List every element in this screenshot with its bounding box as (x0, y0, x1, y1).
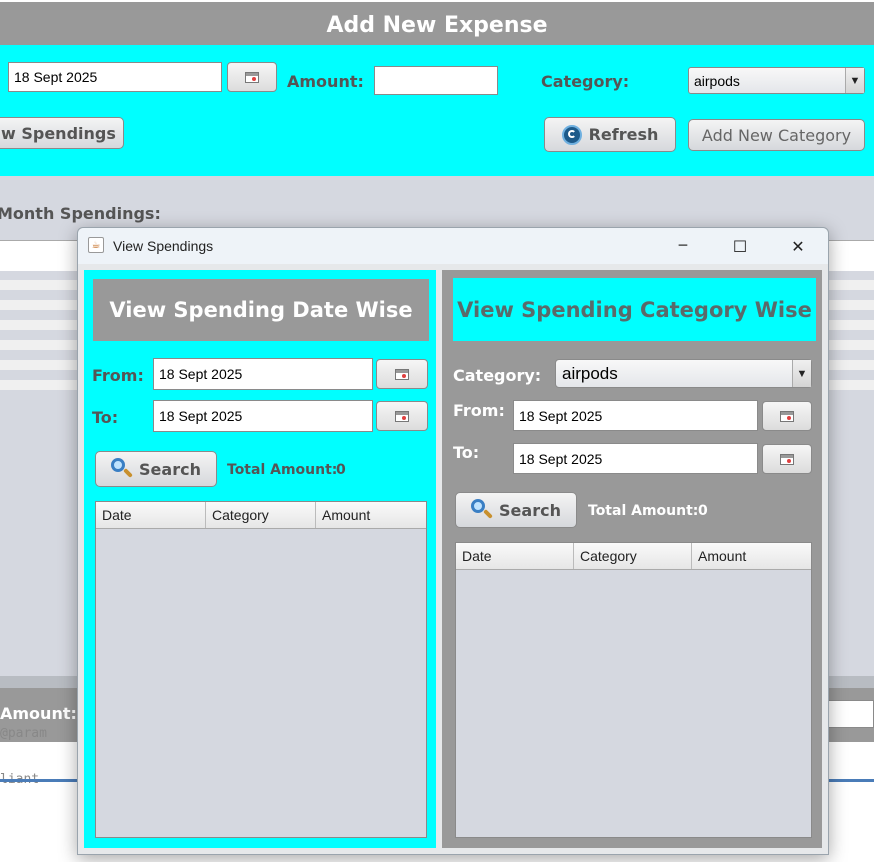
to-date-field[interactable]: 18 Sept 2025 (513, 443, 758, 474)
view-spendings-button-label: w Spendings (1, 123, 116, 143)
to-label: To: (453, 443, 480, 462)
total-amount-label: Amount: (0, 704, 77, 723)
column-header-date[interactable]: Date (456, 543, 574, 569)
column-header-category[interactable]: Category (206, 502, 316, 528)
view-spendings-dialog: ☕ View Spendings ─ ☐ ✕ View Spending Dat… (77, 227, 829, 855)
date-wise-search-button[interactable]: Search (95, 451, 217, 487)
close-button[interactable]: ✕ (783, 232, 813, 260)
column-header-date[interactable]: Date (96, 502, 206, 528)
from-date-picker-button[interactable] (376, 359, 428, 389)
column-header-amount[interactable]: Amount (692, 543, 810, 569)
from-date-picker-button[interactable] (762, 401, 812, 431)
column-header-amount[interactable]: Amount (316, 502, 426, 528)
calendar-icon (780, 410, 794, 422)
search-button-label: Search (499, 500, 561, 520)
calendar-icon (780, 453, 794, 465)
search-button-label: Search (139, 459, 201, 479)
calendar-icon (395, 410, 409, 422)
category-select[interactable]: airpods ▼ (688, 67, 865, 94)
category-wise-panel: View Spending Category Wise Category: ai… (442, 270, 822, 848)
table-header: Date Category Amount (456, 543, 811, 570)
month-spendings-label: Month Spendings: (0, 204, 161, 223)
refresh-button[interactable]: Refresh (544, 117, 676, 152)
refresh-icon (561, 124, 582, 145)
from-date-field[interactable]: 18 Sept 2025 (513, 400, 758, 431)
to-date-picker-button[interactable] (762, 444, 812, 474)
category-select-value: airpods (694, 72, 740, 89)
search-icon (111, 458, 133, 480)
calendar-icon (395, 368, 409, 380)
minimize-button[interactable]: ─ (668, 232, 698, 260)
category-select[interactable]: airpods ▼ (555, 359, 812, 388)
maximize-button[interactable]: ☐ (725, 232, 755, 260)
to-label: To: (92, 408, 119, 427)
category-label: Category: (541, 72, 630, 91)
date-wise-header: View Spending Date Wise (93, 279, 429, 341)
java-icon: ☕ (88, 237, 104, 253)
from-date-field[interactable]: 18 Sept 2025 (153, 358, 373, 390)
expense-date-field[interactable]: 18 Sept 2025 (8, 62, 222, 92)
from-label: From: (92, 366, 144, 385)
amount-label: Amount: (287, 72, 364, 91)
main-title: Add New Expense (0, 0, 874, 45)
add-new-category-button[interactable]: Add New Category (688, 119, 865, 151)
total-amount-value: 0 (698, 503, 708, 519)
dropdown-arrow-icon: ▼ (792, 360, 811, 387)
category-wise-search-button[interactable]: Search (455, 492, 577, 528)
expense-date-picker-button[interactable] (227, 62, 277, 92)
code-snippet: @param (0, 726, 47, 741)
column-header-category[interactable]: Category (574, 543, 692, 569)
date-wise-table: Date Category Amount (95, 501, 427, 838)
refresh-button-label: Refresh (588, 125, 659, 144)
total-amount-value: 0 (336, 462, 346, 478)
from-label: From: (453, 401, 505, 420)
calendar-icon (245, 71, 259, 83)
amount-input[interactable] (374, 66, 498, 95)
category-wise-header: View Spending Category Wise (453, 278, 816, 341)
category-wise-table: Date Category Amount (455, 542, 812, 838)
category-label: Category: (453, 366, 542, 385)
search-icon (471, 499, 493, 521)
dropdown-arrow-icon: ▼ (845, 68, 864, 93)
dialog-title: View Spendings (113, 238, 214, 254)
dialog-titlebar[interactable]: ☕ View Spendings ─ ☐ ✕ (78, 228, 828, 264)
date-wise-panel: View Spending Date Wise From: 18 Sept 20… (84, 270, 436, 848)
to-date-field[interactable]: 18 Sept 2025 (153, 400, 373, 432)
view-spendings-button[interactable]: w Spendings (0, 117, 124, 149)
table-header: Date Category Amount (96, 502, 426, 529)
to-date-picker-button[interactable] (376, 401, 428, 431)
total-amount-label: Total Amount: (588, 503, 699, 519)
category-select-value: airpods (562, 363, 618, 383)
total-amount-label: Total Amount: (227, 462, 338, 478)
add-new-category-button-label: Add New Category (701, 125, 852, 145)
